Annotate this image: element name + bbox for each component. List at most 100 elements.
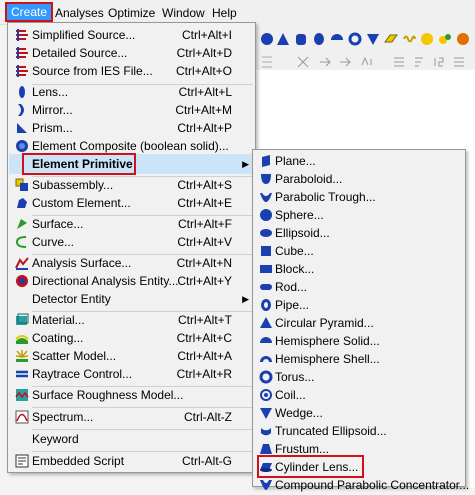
submenu-item-wedge[interactable]: Wedge...	[254, 403, 464, 423]
menu-item-label: Detector Entity	[32, 292, 111, 306]
toolbar	[256, 24, 475, 70]
menu-item-shortcut: Ctrl+Alt+I	[181, 28, 232, 42]
hemisphere-tool-icon[interactable]	[330, 32, 344, 46]
menu-item-prism[interactable]: Prism... Ctrl+Alt+P	[9, 118, 254, 138]
menu-item-material[interactable]: Material... Ctrl+Alt+T	[9, 310, 254, 330]
menu-item-element-composite[interactable]: Element Composite (boolean solid)...	[9, 136, 254, 156]
wedge-tool-icon[interactable]	[366, 32, 380, 46]
menu-item-raytrace-control[interactable]: Raytrace Control... Ctrl+Alt+R	[9, 364, 254, 384]
mirror-icon	[18, 104, 24, 116]
submenu-item-pipe[interactable]: Pipe...	[254, 295, 464, 315]
ies-source-icon	[16, 65, 28, 77]
ellipsoid-tool-icon[interactable]	[312, 32, 326, 46]
menu-item-lens[interactable]: Lens... Ctrl+Alt+L	[9, 82, 254, 102]
circular-pyramid-icon	[260, 317, 272, 328]
menu-item-custom-element[interactable]: Custom Element... Ctrl+Alt+E	[9, 193, 254, 213]
cylinder-tool-icon[interactable]	[294, 32, 308, 46]
submenu-item-label: Hemisphere Shell...	[275, 352, 380, 366]
menu-item-surface[interactable]: Surface... Ctrl+Alt+F	[9, 214, 254, 234]
submenu-item-circular-pyramid[interactable]: Circular Pyramid...	[254, 313, 464, 333]
menu-item-label: Prism...	[32, 121, 73, 135]
menu-analyses[interactable]: Analyses	[55, 5, 104, 21]
submenu-item-ellipsoid[interactable]: Ellipsoid...	[254, 223, 464, 243]
menu-item-detector-entity[interactable]: Detector Entity ▶	[9, 289, 254, 309]
submenu-item-label: Pipe...	[275, 298, 310, 312]
submenu-item-hemisphere-shell[interactable]: Hemisphere Shell...	[254, 349, 464, 369]
menu-item-embedded-script[interactable]: Embedded Script Ctrl-Alt-G	[9, 451, 254, 471]
menu-item-detailed-source[interactable]: Detailed Source... Ctrl+Alt+D	[9, 43, 254, 63]
text-tool-icon[interactable]	[360, 55, 374, 69]
submenu-item-plane[interactable]: Plane...	[254, 151, 464, 171]
submenu-item-torus[interactable]: Torus...	[254, 367, 464, 387]
surface-tool-icon[interactable]	[384, 32, 398, 46]
coil-tool-icon[interactable]	[402, 32, 416, 46]
pipe-icon	[261, 299, 271, 311]
grid-tool-icon[interactable]	[260, 55, 274, 69]
menu-item-curve[interactable]: Curve... Ctrl+Alt+V	[9, 232, 254, 252]
submenu-item-cube[interactable]: Cube...	[254, 241, 464, 261]
menu-item-label: Material...	[32, 313, 85, 327]
menu-item-shortcut: Ctrl+Alt+N	[176, 256, 232, 270]
menu-item-coating[interactable]: Coating... Ctrl+Alt+C	[9, 328, 254, 348]
pyramid-tool-icon[interactable]	[276, 32, 290, 46]
embedded-script-icon	[15, 454, 29, 468]
scatter-tool-icon[interactable]	[456, 32, 470, 46]
submenu-item-coil[interactable]: Coil...	[254, 385, 464, 405]
torus-tool-icon[interactable]	[348, 32, 362, 46]
submenu-item-label: Truncated Ellipsoid...	[275, 424, 387, 438]
submenu-item-hemisphere-solid[interactable]: Hemisphere Solid...	[254, 331, 464, 351]
menu-window[interactable]: Window	[162, 5, 205, 21]
block-icon	[260, 265, 272, 273]
menu-item-simplified-source[interactable]: Simplified Source... Ctrl+Alt+I	[9, 25, 254, 45]
arrow-right-alt-icon[interactable]	[338, 55, 352, 69]
paraboloid-icon	[261, 174, 271, 184]
menu-item-scatter-model[interactable]: Scatter Model... Ctrl+Alt+A	[9, 346, 254, 366]
menu-item-subassembly[interactable]: Subassembly... Ctrl+Alt+S	[9, 175, 254, 195]
submenu-item-rod[interactable]: Rod...	[254, 277, 464, 297]
menu-item-analysis-surface[interactable]: Analysis Surface... Ctrl+Alt+N	[9, 253, 254, 273]
submenu-item-frustum[interactable]: Frustum...	[254, 439, 464, 459]
menu-item-keyword[interactable]: Keyword	[9, 429, 254, 449]
menu-item-shortcut: Ctrl-Alt-Z	[184, 410, 232, 424]
menu-item-directional-analysis[interactable]: Directional Analysis Entity... Ctrl+Alt+…	[9, 271, 254, 291]
menu-item-label: Lens...	[32, 85, 69, 99]
cube-icon	[261, 246, 271, 256]
list-tool-icon[interactable]	[392, 55, 406, 69]
menu-item-spectrum[interactable]: Spectrum... Ctrl-Alt-Z	[9, 407, 254, 427]
menu-create[interactable]: Create	[4, 2, 54, 22]
menu-help[interactable]: Help	[212, 5, 237, 21]
submenu-item-paraboloid[interactable]: Paraboloid...	[254, 169, 464, 189]
submenu-item-parabolic-trough[interactable]: Parabolic Trough...	[254, 187, 464, 207]
arrow-right-icon[interactable]	[318, 55, 332, 69]
number-tool-icon[interactable]	[432, 55, 446, 69]
submenu-item-cylinder-lens[interactable]: Cylinder Lens...	[254, 457, 464, 477]
align-tool-icon[interactable]	[452, 55, 466, 69]
cylinder-lens-icon	[260, 463, 272, 472]
submenu-item-truncated-ellipsoid[interactable]: Truncated Ellipsoid...	[254, 421, 464, 441]
menu-item-mirror[interactable]: Mirror... Ctrl+Alt+M	[9, 100, 254, 120]
submenu-item-label: Ellipsoid...	[275, 226, 330, 240]
element-primitive-submenu: Plane... Paraboloid... Parabolic Trough.…	[252, 149, 469, 492]
menu-item-shortcut: Ctrl+Alt+P	[177, 121, 232, 135]
submenu-item-sphere[interactable]: Sphere...	[254, 205, 464, 225]
menu-item-shortcut: Ctrl+Alt+Y	[177, 274, 232, 288]
submenu-item-label: Plane...	[275, 154, 316, 168]
menu-item-shortcut: Ctrl+Alt+R	[176, 367, 232, 381]
material-tool-icon[interactable]	[420, 32, 434, 46]
coating-tool-icon[interactable]	[438, 32, 452, 46]
sphere-tool-icon[interactable]	[260, 32, 274, 46]
hemisphere-solid-icon	[260, 337, 272, 343]
menu-item-label: Surface Roughness Model...	[32, 388, 184, 402]
menu-item-element-primitive[interactable]: Element Primitive ▶	[9, 154, 254, 174]
menu-optimize[interactable]: Optimize	[108, 5, 155, 21]
subassembly-icon	[15, 178, 28, 191]
menu-item-source-from-ies[interactable]: Source from IES File... Ctrl+Alt+O	[9, 61, 254, 81]
surface-roughness-icon	[15, 389, 29, 401]
menu-item-shortcut: Ctrl+Alt+O	[175, 64, 232, 78]
submenu-item-block[interactable]: Block...	[254, 259, 464, 279]
sort-tool-icon[interactable]	[412, 55, 426, 69]
menu-item-surface-roughness[interactable]: Surface Roughness Model...	[9, 385, 254, 405]
cross-tool-icon[interactable]	[296, 55, 310, 69]
create-menu: Simplified Source... Ctrl+Alt+I Detailed…	[7, 22, 256, 473]
submenu-item-cpc[interactable]: Compound Parabolic Concentrator...	[254, 475, 469, 495]
